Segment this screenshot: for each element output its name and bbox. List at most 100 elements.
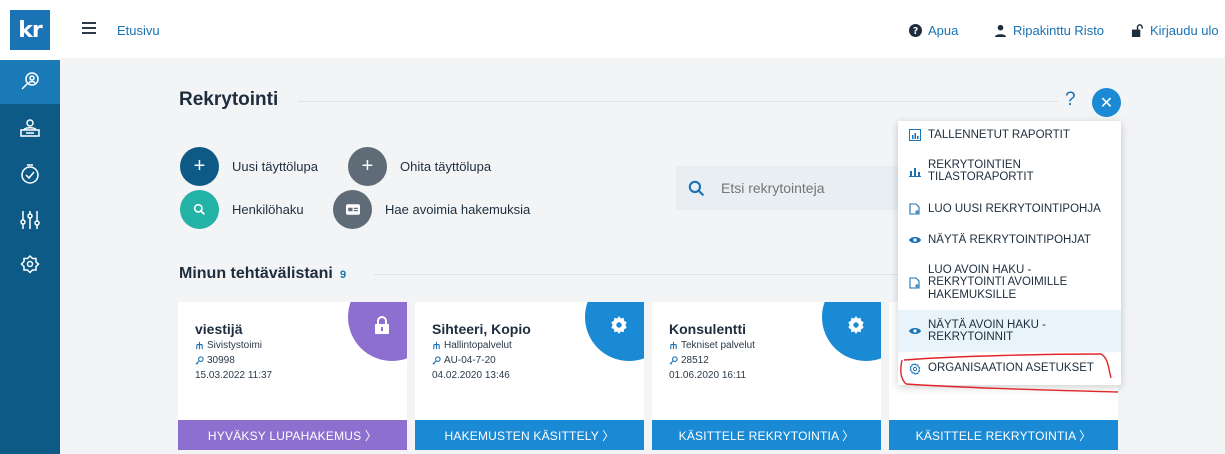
bar-chart-icon [909, 168, 921, 177]
search-person-icon [21, 72, 39, 90]
card-unit: Tekniset palvelut [669, 340, 755, 351]
help-label: Apua [928, 23, 959, 38]
task-card[interactable]: Sihteeri, Kopio Hallintopalvelut AU-04-7… [415, 302, 644, 450]
skip-permit-action[interactable]: + Ohita täyttölupa [348, 147, 491, 186]
nav-item-people[interactable] [0, 106, 60, 150]
card-code: AU-04-7-20 [432, 355, 496, 366]
process-recruitment-button[interactable]: KÄSITTELE REKRYTOINTIA 〉 [652, 420, 881, 450]
new-document-icon [909, 203, 920, 215]
eye-icon [909, 237, 921, 243]
task-divider [374, 274, 898, 275]
help-link[interactable]: ? Apua [909, 23, 958, 38]
plus-icon: + [348, 147, 387, 186]
card-code: 28512 [669, 355, 709, 366]
card-unit-label: Sivistystoimi [207, 340, 263, 351]
card-unit-label: Tekniset palvelut [681, 340, 755, 351]
task-card[interactable]: viestijä Sivistystoimi 30998 15.03.2022 … [178, 302, 407, 450]
logout-link[interactable]: Kirjaudu ulo [1131, 23, 1219, 38]
open-applications-action[interactable]: Hae avoimia hakemuksia [333, 190, 530, 229]
menu-item-saved-reports[interactable]: TALLENNETUT RAPORTIT [898, 121, 1121, 149]
menu-item-show-templates[interactable]: NÄYTÄ REKRYTOINTIPOHJAT [898, 225, 1121, 255]
menu-item-label: TALLENNETUT RAPORTIT [928, 128, 1070, 141]
person-search-action[interactable]: Henkilöhaku [180, 190, 304, 229]
question-circle-icon: ? [909, 24, 922, 37]
logo-container[interactable]: kr [0, 0, 60, 60]
org-icon [196, 341, 203, 350]
gear-icon [611, 316, 627, 334]
user-icon [994, 24, 1007, 37]
org-icon [670, 341, 677, 350]
task-card[interactable]: Konsulentti Tekniset palvelut 28512 01.0… [652, 302, 881, 450]
nav-item-tasks[interactable] [0, 152, 60, 196]
nav-item-admin[interactable] [0, 244, 60, 288]
menu-item-new-template[interactable]: LUO UUSI REKRYTOINTIPOHJA [898, 193, 1121, 225]
eye-icon [909, 328, 921, 334]
gear-icon [848, 316, 864, 334]
new-permit-label: Uusi täyttölupa [232, 159, 318, 174]
menu-item-create-open-search[interactable]: LUO AVOIN HAKU - REKRYTOINTI AVOIMILLE HAK… [898, 255, 1121, 310]
process-recruitment-button[interactable]: KÄSITTELE REKRYTOINTIA 〉 [889, 420, 1118, 450]
open-applications-label: Hae avoimia hakemuksia [385, 202, 531, 217]
report-icon [909, 129, 921, 141]
menu-item-organization-settings[interactable]: ORGANISAATION ASETUKSET [898, 352, 1121, 385]
task-list-title: Minun tehtävälistani [179, 265, 333, 282]
close-icon: ✕ [1099, 94, 1114, 112]
breadcrumb-home[interactable]: Etusivu [117, 23, 160, 38]
skip-permit-label: Ohita täyttölupa [400, 159, 492, 174]
gear-badge-icon [20, 254, 40, 274]
card-unit: Hallintopalvelut [432, 340, 512, 351]
person-desk-icon [20, 119, 40, 137]
org-icon [433, 341, 440, 350]
menu-toggle-icon[interactable] [82, 22, 96, 34]
plus-icon: + [180, 147, 219, 186]
card-unit: Sivistystoimi [195, 340, 262, 351]
key-icon [195, 356, 204, 365]
card-date: 15.03.2022 11:37 [195, 370, 273, 381]
user-name: Ripakinttu Risto [1013, 23, 1105, 38]
menu-item-show-open-search[interactable]: NÄYTÄ AVOIN HAKU - REKRYTOINNIT [898, 310, 1121, 352]
nav-item-recruitment[interactable] [0, 60, 60, 104]
approve-permit-button[interactable]: HYVÄKSY LUPAHAKEMUS 〉 [178, 420, 407, 450]
close-menu-button[interactable]: ✕ [1092, 88, 1121, 117]
top-bar: Etusivu ? Apua Ripakinttu Risto Kirjaudu… [60, 0, 1225, 58]
card-code-label: AU-04-7-20 [444, 355, 496, 366]
card-title: Konsulentti [669, 321, 746, 337]
card-code-label: 30998 [207, 355, 235, 366]
new-document-icon [909, 276, 920, 289]
nav-item-settings-sliders[interactable] [0, 198, 60, 242]
title-divider [298, 101, 1058, 102]
card-code-label: 28512 [681, 355, 709, 366]
menu-item-label: ORGANISAATION ASETUKSET [928, 362, 1094, 375]
card-code: 30998 [195, 355, 235, 366]
sidebar: kr [0, 0, 60, 454]
person-search-label: Henkilöhaku [232, 202, 304, 217]
menu-item-statistics-reports[interactable]: REKRYTOINTIEN TILASTORAPORTIT [898, 149, 1121, 193]
menu-item-label: REKRYTOINTIEN TILASTORAPORTIT [928, 158, 1034, 183]
svg-text:?: ? [913, 26, 918, 37]
search-input[interactable] [721, 180, 901, 196]
search-icon [688, 180, 705, 196]
key-icon [669, 356, 678, 365]
id-card-icon [333, 190, 372, 229]
card-date: 04.02.2020 13:46 [432, 370, 510, 381]
search-icon [180, 190, 219, 229]
user-link[interactable]: Ripakinttu Risto [994, 23, 1104, 38]
task-count-badge: 9 [340, 269, 347, 281]
page-help-button[interactable]: ? [1065, 89, 1076, 111]
process-applications-button[interactable]: HAKEMUSTEN KÄSITTELY 〉 [415, 420, 644, 450]
app-logo: kr [10, 10, 50, 50]
card-date: 01.06.2020 16:11 [669, 370, 747, 381]
logout-label: Kirjaudu ulo [1150, 23, 1219, 38]
sliders-icon [20, 211, 40, 229]
menu-item-label: LUO AVOIN HAKU - REKRYTOINTI AVOIMILLE HAK… [928, 264, 1068, 301]
lock-icon [375, 316, 389, 334]
recruitment-options-menu: TALLENNETUT RAPORTIT REKRYTOINTIEN TILAST… [898, 121, 1121, 385]
card-title: Sihteeri, Kopio [432, 321, 531, 337]
search-box[interactable] [676, 166, 906, 210]
gear-icon [909, 362, 921, 375]
card-title: viestijä [195, 321, 243, 337]
menu-item-label: NÄYTÄ REKRYTOINTIPOHJAT [928, 233, 1091, 246]
new-permit-action[interactable]: + Uusi täyttölupa [180, 147, 318, 186]
check-circle-icon [21, 164, 39, 184]
menu-item-label: NÄYTÄ AVOIN HAKU - REKRYTOINNIT [928, 318, 1047, 343]
